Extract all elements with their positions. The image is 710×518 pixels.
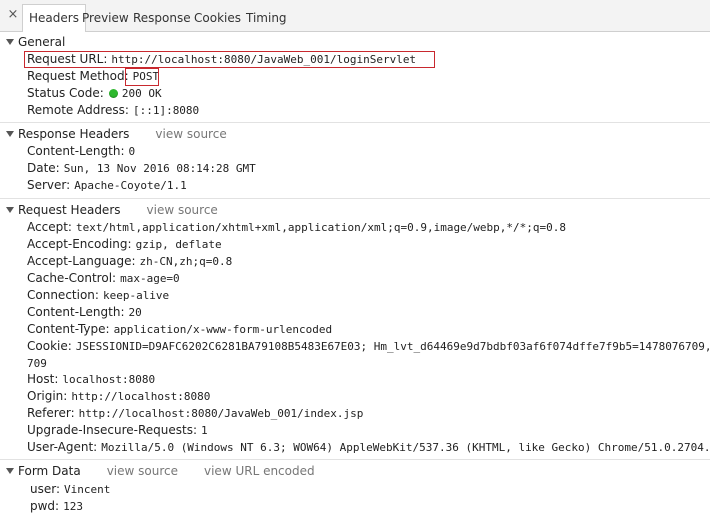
tab-preview[interactable]: Preview — [82, 5, 129, 32]
tab-headers[interactable]: Headers — [22, 4, 86, 32]
header-name: Cookie: — [27, 339, 72, 353]
header-value: max-age=0 — [120, 272, 180, 285]
request-view-source-link[interactable]: view source — [147, 203, 218, 217]
form-field-value: 123 — [63, 500, 83, 513]
header-value: 0 — [128, 145, 136, 158]
form-field-name: pwd: — [30, 499, 60, 513]
header-row: User-Agent: Mozilla/5.0 (Windows NT 6.3; … — [27, 439, 710, 456]
header-name: Referer: — [27, 406, 75, 420]
header-row: Date: Sun, 13 Nov 2016 08:14:28 GMT — [27, 160, 256, 177]
status-code-value: 200 OK — [121, 87, 162, 100]
header-name: Date: — [27, 161, 60, 175]
general-title: General — [18, 35, 66, 49]
header-name: Content-Length: — [27, 305, 125, 319]
expand-triangle-icon — [6, 131, 14, 137]
header-name: Cache-Control: — [27, 271, 117, 285]
header-value: zh-CN,zh;q=0.8 — [139, 255, 233, 268]
section-divider — [0, 459, 710, 460]
highlight-box-method — [125, 68, 159, 86]
header-name: Accept-Language: — [27, 254, 136, 268]
form-field-value: Vincent — [64, 483, 111, 496]
header-row: Accept-Encoding: gzip, deflate — [27, 236, 222, 253]
status-code-row: Status Code: 200 OK — [27, 85, 162, 102]
section-divider — [0, 198, 710, 199]
header-value: 20 — [128, 306, 142, 319]
header-value: http://localhost:8080 — [71, 390, 211, 403]
header-value: text/html,application/xhtml+xml,applicat… — [75, 221, 567, 234]
header-name: Upgrade-Insecure-Requests: — [27, 423, 198, 437]
close-icon[interactable]: × — [6, 8, 20, 22]
header-row: Origin: http://localhost:8080 — [27, 388, 210, 405]
header-row: Upgrade-Insecure-Requests: 1 — [27, 422, 208, 439]
status-code-label: Status Code: — [27, 86, 104, 100]
header-name: Accept-Encoding: — [27, 237, 132, 251]
expand-triangle-icon — [6, 468, 14, 474]
tab-timing[interactable]: Timing — [246, 5, 287, 32]
form-field-row: pwd: 123 — [30, 498, 83, 515]
header-value: JSESSIONID=D9AFC6202C6281BA79108B5483E67… — [75, 340, 710, 353]
view-url-encoded-link[interactable]: view URL encoded — [204, 464, 315, 478]
tab-cookies[interactable]: Cookies — [194, 5, 241, 32]
header-name: Accept: — [27, 220, 72, 234]
request-headers-section-header[interactable]: Request Headers view source — [0, 201, 218, 219]
tab-response[interactable]: Response — [133, 5, 191, 32]
form-data-title: Form Data — [18, 464, 81, 478]
header-name: Server: — [27, 178, 71, 192]
header-value: Apache-Coyote/1.1 — [74, 179, 187, 192]
status-ok-icon — [108, 89, 118, 98]
expand-triangle-icon — [6, 39, 14, 45]
remote-address-value: [::1]:8080 — [132, 104, 200, 117]
remote-address-row: Remote Address: [::1]:8080 — [27, 102, 199, 119]
header-row: Content-Length: 20 — [27, 304, 142, 321]
header-row: Content-Length: 0 — [27, 143, 135, 160]
general-section-header[interactable]: General — [0, 33, 65, 51]
header-value: gzip, deflate — [135, 238, 222, 251]
header-name: Connection: — [27, 288, 99, 302]
response-headers-title: Response Headers — [18, 127, 130, 141]
header-row: Referer: http://localhost:8080/JavaWeb_00… — [27, 405, 363, 422]
form-data-section-header[interactable]: Form Data view source view URL encoded — [0, 462, 315, 480]
request-method-label: Request Method: — [27, 69, 129, 83]
request-headers-title: Request Headers — [18, 203, 121, 217]
header-value: Mozilla/5.0 (Windows NT 6.3; WOW64) Appl… — [101, 441, 710, 454]
header-value: 709 — [27, 357, 47, 370]
highlight-box-url — [24, 51, 435, 68]
header-row: Accept: text/html,application/xhtml+xml,a… — [27, 219, 566, 236]
header-row: Server: Apache-Coyote/1.1 — [27, 177, 187, 194]
header-value: Sun, 13 Nov 2016 08:14:28 GMT — [63, 162, 256, 175]
header-name: Content-Length: — [27, 144, 125, 158]
header-row: Content-Type: application/x-www-form-urle… — [27, 321, 332, 338]
header-name: Origin: — [27, 389, 68, 403]
header-row: Cache-Control: max-age=0 — [27, 270, 180, 287]
header-row: Accept-Language: zh-CN,zh;q=0.8 — [27, 253, 232, 270]
response-view-source-link[interactable]: view source — [155, 127, 226, 141]
form-view-source-link[interactable]: view source — [107, 464, 178, 478]
form-field-name: user: — [30, 482, 61, 496]
header-row: Cookie: JSESSIONID=D9AFC6202C6281BA79108B… — [27, 338, 710, 355]
header-row: Connection: keep-alive — [27, 287, 169, 304]
header-row: Host: localhost:8080 — [27, 371, 155, 388]
header-value: 1 — [201, 424, 208, 437]
header-row-continuation: 709 — [27, 355, 47, 372]
section-divider — [0, 122, 710, 123]
header-name: User-Agent: — [27, 440, 98, 454]
header-value: keep-alive — [102, 289, 170, 302]
header-value: application/x-www-form-urlencoded — [113, 323, 333, 336]
form-field-row: user: Vincent — [30, 481, 110, 498]
header-value: localhost:8080 — [62, 373, 156, 386]
expand-triangle-icon — [6, 207, 14, 213]
header-name: Host: — [27, 372, 59, 386]
response-headers-section-header[interactable]: Response Headers view source — [0, 125, 227, 143]
remote-address-label: Remote Address: — [27, 103, 129, 117]
header-name: Content-Type: — [27, 322, 110, 336]
header-value: http://localhost:8080/JavaWeb_001/index.… — [78, 407, 364, 420]
devtools-tab-bar: × Headers Preview Response Cookies Timin… — [0, 0, 710, 32]
